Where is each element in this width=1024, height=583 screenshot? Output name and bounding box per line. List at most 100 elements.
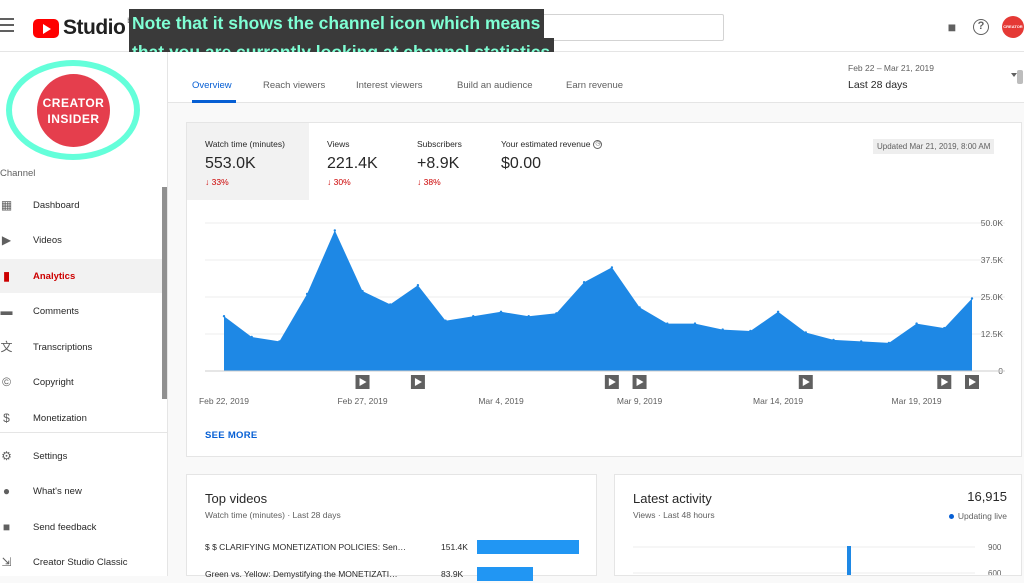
top-videos-subtitle: Watch time (minutes) · Last 28 days (205, 510, 341, 520)
sidebar-item-label: Videos (33, 234, 62, 246)
data-point (860, 340, 863, 343)
top-videos-title: Top videos (205, 491, 268, 506)
analytics-tabs: Overview Reach viewers Interest viewers … (168, 52, 1024, 103)
tab-overview[interactable]: Overview (192, 80, 232, 91)
watch-time-chart: 012.5K25.0K37.5K50.0KFeb 22, 2019 Feb 27,… (199, 218, 1005, 406)
x-tick-label: Feb 22, 2019 (199, 396, 249, 406)
videos-icon: ▶ (1, 232, 12, 247)
sidebar-item-label: Creator Studio Classic (33, 556, 128, 568)
data-point (278, 340, 281, 343)
data-point (638, 306, 641, 309)
data-point (472, 315, 475, 318)
data-point (416, 284, 420, 287)
data-point (444, 319, 447, 322)
list-item[interactable]: $ $ CLARIFYING MONETIZATION POLICIES: Se… (205, 540, 585, 556)
x-tick-label: Mar 14, 2019 (753, 396, 803, 406)
youtube-icon (33, 18, 59, 38)
comments-icon: ▬ (0, 303, 13, 318)
page-scrollbar[interactable] (1017, 70, 1023, 84)
date-range-picker[interactable]: Feb 22 – Mar 21, 2019 Last 28 days (848, 63, 934, 91)
x-tick-label: Feb 27, 2019 (337, 396, 387, 406)
gear-icon: ⚙ (1, 448, 12, 463)
sidebar-scrollbar[interactable] (162, 187, 167, 399)
data-point (749, 329, 752, 333)
see-more-link[interactable]: SEE MORE (205, 430, 258, 441)
caption-line-1: Note that it shows the channel icon whic… (129, 9, 545, 38)
sidebar-item-videos[interactable]: ▶ Videos (0, 223, 165, 257)
data-point (776, 310, 780, 313)
data-point (555, 312, 558, 315)
y-tick-label: 25.0K (981, 292, 1004, 302)
data-point (499, 310, 503, 313)
sidebar-item-comments[interactable]: ▬ Comments (0, 294, 165, 328)
channel-logo-line-2: INSIDER (47, 111, 100, 126)
sidebar-divider (0, 432, 168, 433)
overview-card: Watch time (minutes) 553.0K ↓ 33% Views … (186, 122, 1022, 457)
sidebar-item-copyright[interactable]: © Copyright (0, 365, 165, 399)
data-point (804, 331, 807, 334)
sidebar-item-monetization[interactable]: $ Monetization (0, 401, 165, 435)
channel-icon[interactable]: CREATOR INSIDER (6, 60, 140, 160)
video-bar (477, 540, 579, 554)
data-point (666, 322, 669, 325)
series-area (224, 230, 972, 371)
search-input[interactable] (540, 14, 724, 41)
sidebar-item-transcriptions[interactable]: 文 Transcriptions (0, 330, 165, 364)
sidebar-item-label: Send feedback (33, 521, 97, 533)
y-tick-label: 50.0K (981, 218, 1004, 228)
data-point (305, 292, 309, 296)
copyright-icon: © (2, 374, 11, 389)
sidebar-item-label: Settings (33, 450, 68, 462)
video-value: 83.9K (441, 569, 464, 579)
sidebar-item-creator-studio-classic[interactable]: ⇲ Creator Studio Classic (0, 545, 165, 579)
x-tick-label: Mar 4, 2019 (478, 396, 524, 406)
data-point (389, 303, 392, 306)
alert-icon: ● (2, 483, 11, 498)
latest-activity-chart: 900 600 (633, 543, 1002, 575)
dashboard-icon: ▦ (0, 197, 13, 212)
dollar-icon: $ (3, 410, 10, 425)
tab-reach-viewers[interactable]: Reach viewers (263, 80, 325, 91)
top-videos-card: Top videos Watch time (minutes) · Last 2… (186, 474, 597, 581)
tab-build-an-audience[interactable]: Build an audience (457, 80, 533, 91)
date-range-text: Feb 22 – Mar 21, 2019 (848, 63, 935, 73)
channel-logo-line-1: CREATOR (42, 95, 105, 110)
sidebar-item-settings[interactable]: ⚙ Settings (0, 439, 165, 473)
tab-earn-revenue[interactable]: Earn revenue (566, 80, 623, 91)
data-point (333, 229, 336, 232)
sidebar-item-send-feedback[interactable]: ■ Send feedback (0, 510, 165, 544)
activity-bar (847, 546, 851, 575)
list-item[interactable]: Green vs. Yellow: Demystifying the MONET… (205, 567, 585, 583)
sidebar-item-label: Comments (33, 305, 79, 317)
sidebar-item-label: Monetization (33, 412, 87, 424)
date-range-label: Last 28 days (848, 79, 908, 91)
sidebar-item-label: Analytics (33, 270, 76, 282)
y-tick-label: 600 (988, 569, 1002, 575)
create-video-icon[interactable]: ■ (944, 19, 960, 35)
active-tab-indicator (192, 100, 236, 103)
channel-logo-badge: CREATOR INSIDER (37, 74, 110, 147)
studio-logo[interactable]: Studio beta (33, 16, 141, 40)
avatar[interactable]: CREATOR INSIDER (1002, 16, 1024, 51)
exit-icon: ⇲ (1, 554, 12, 569)
sidebar-item-dashboard[interactable]: ▦ Dashboard (0, 188, 165, 222)
channel-section-label: Channel (0, 168, 36, 179)
video-value: 151.4K (441, 542, 468, 552)
sidebar-item-whats-new[interactable]: ● What's new (0, 474, 165, 508)
help-icon[interactable]: ? (973, 19, 989, 35)
tab-interest-viewers[interactable]: Interest viewers (356, 80, 423, 91)
sidebar-item-label: Copyright (33, 376, 74, 388)
analytics-icon: ▮ (3, 268, 10, 283)
data-point (915, 322, 918, 325)
sidebar-item-label: Transcriptions (33, 341, 93, 353)
x-tick-label: Mar 9, 2019 (617, 396, 663, 406)
menu-icon[interactable] (0, 18, 14, 32)
latest-activity-card: Latest activity Views · Last 48 hours 16… (614, 474, 1022, 576)
sidebar-item-label: Dashboard (33, 199, 80, 211)
sidebar-item-analytics[interactable]: ▮ Analytics (0, 259, 165, 293)
data-point (222, 315, 226, 318)
y-tick-label: 12.5K (981, 329, 1004, 339)
sidebar: CREATOR INSIDER Channel ▦ Dashboard ▶ Vi… (0, 52, 168, 576)
data-point (832, 338, 835, 342)
data-point (943, 326, 946, 330)
